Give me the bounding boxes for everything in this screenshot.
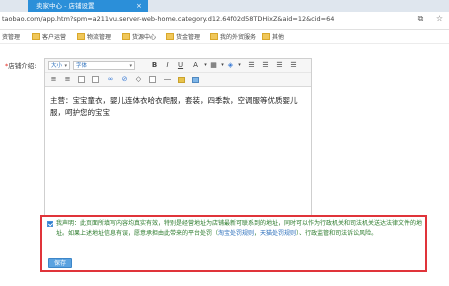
bookmark-item[interactable]: 货金管理: [166, 32, 200, 41]
rich-text-editor[interactable]: 大小 ▾ 字体 ▾ B I U A ▾ ▦ ▾ ◈ ▾ ☰ ☰ ☰ ☰ ≡ ≡ ∞ …: [44, 58, 312, 235]
declaration-checkbox[interactable]: [47, 221, 53, 227]
editor-content[interactable]: 主营：宝宝童衣，婴儿连体衣哈衣爬服，套装，四季款，空调服等优质婴儿服，呵护您的宝…: [50, 95, 306, 119]
declaration-text: 我声明：此页面所填写内容均真实有效，特别是经营地址为店铺最新可联系到的地址，同时…: [56, 219, 422, 239]
ordered-list-icon[interactable]: ≡: [49, 75, 58, 84]
save-button[interactable]: 保存: [48, 258, 72, 268]
font-family-select[interactable]: 字体 ▾: [73, 61, 135, 70]
bookmark-label: 客户运营: [42, 34, 67, 41]
taobao-penalty-rules-link[interactable]: 淘宝处罚规则: [218, 230, 254, 237]
chevron-down-icon: ▾: [129, 63, 132, 69]
folder-icon: [262, 33, 270, 40]
bookmark-label: 货金管理: [176, 34, 201, 41]
font-size-select[interactable]: 大小 ▾: [48, 61, 70, 70]
align-right-icon[interactable]: ☰: [275, 61, 284, 70]
bookmark-item[interactable]: 物流管理: [77, 32, 111, 41]
tab-seller-center[interactable]: 卖家中心 - 店铺设置 ×: [28, 0, 148, 12]
bookmark-item[interactable]: 资管理: [2, 32, 20, 41]
address-bar-icons: ⧉ ☆: [408, 14, 443, 24]
url-text[interactable]: taobao.com/app.htm?spm=a211vu.server-web…: [2, 15, 334, 23]
bookmark-item[interactable]: 客户运营: [32, 32, 66, 41]
bookmark-label: 资管理: [2, 34, 21, 41]
link-icon[interactable]: ∞: [106, 75, 115, 84]
shop-intro-label-text: 店铺介绍:: [8, 62, 37, 70]
font-size-value: 大小: [51, 63, 63, 69]
font-family-value: 字体: [76, 63, 88, 69]
chevron-down-icon: ▾: [64, 63, 67, 69]
bookmark-item[interactable]: 货源中心: [122, 32, 156, 41]
folder-icon: [122, 33, 130, 40]
folder-icon: [32, 33, 40, 40]
bookmarks-bar: 资管理 客户运营 物流管理 货源中心 货金管理 我的外贸服务 其他: [0, 30, 449, 44]
folder-icon: [210, 33, 218, 40]
bookmark-item[interactable]: 我的外贸服务: [210, 32, 256, 41]
media-icon[interactable]: [192, 77, 199, 83]
bookmark-label: 其他: [272, 34, 285, 41]
editor-toolbar-row-1: 大小 ▾ 字体 ▾ B I U A ▾ ▦ ▾ ◈ ▾ ☰ ☰ ☰ ☰: [45, 59, 311, 73]
align-left-icon[interactable]: ☰: [247, 61, 256, 70]
underline-button[interactable]: U: [176, 61, 185, 70]
indent-icon[interactable]: [78, 76, 85, 83]
folder-icon: [166, 33, 174, 40]
unordered-list-icon[interactable]: ≡: [63, 75, 72, 84]
tab-title: 卖家中心 - 店铺设置: [36, 2, 95, 10]
declaration-box: 我声明：此页面所填写内容均真实有效，特别是经营地址为店铺最新可联系到的地址，同时…: [40, 215, 427, 272]
highlight-icon[interactable]: ◈: [226, 61, 235, 70]
browser-tab-strip: 卖家中心 - 店铺设置 ×: [0, 0, 449, 12]
bookmark-label: 我的外贸服务: [220, 34, 257, 41]
shop-intro-label: *店铺介绍:: [5, 60, 36, 70]
address-bar[interactable]: taobao.com/app.htm?spm=a211vu.server-web…: [0, 12, 449, 30]
close-icon[interactable]: ×: [136, 0, 142, 12]
tmall-penalty-rules-link[interactable]: 天猫处罚规则: [260, 230, 296, 237]
clear-format-icon[interactable]: [149, 76, 156, 83]
favorite-icon[interactable]: ☆: [436, 14, 443, 23]
bookmark-label: 物流管理: [87, 34, 112, 41]
bookmark-item[interactable]: 其他: [262, 32, 284, 41]
reader-icon[interactable]: ⧉: [418, 14, 424, 23]
table-icon[interactable]: ▦: [209, 61, 218, 70]
align-justify-icon[interactable]: ☰: [289, 61, 298, 70]
horizontal-rule-icon[interactable]: ―: [163, 75, 172, 84]
bold-button[interactable]: B: [150, 61, 159, 70]
chevron-down-icon[interactable]: ▾: [235, 61, 244, 70]
font-color-button[interactable]: A: [191, 61, 200, 70]
declaration-tail-text: ）、行政监管和司法诉讼风险。: [296, 230, 378, 237]
outdent-icon[interactable]: [92, 76, 99, 83]
italic-button[interactable]: I: [163, 61, 172, 70]
unlink-icon[interactable]: ⊘: [120, 75, 129, 84]
source-code-icon[interactable]: ◇: [134, 75, 143, 84]
editor-toolbar-row-2: ≡ ≡ ∞ ⊘ ◇ ―: [45, 73, 311, 87]
bookmark-label: 货源中心: [132, 34, 157, 41]
align-center-icon[interactable]: ☰: [261, 61, 270, 70]
image-icon[interactable]: [178, 77, 185, 83]
folder-icon: [77, 33, 85, 40]
